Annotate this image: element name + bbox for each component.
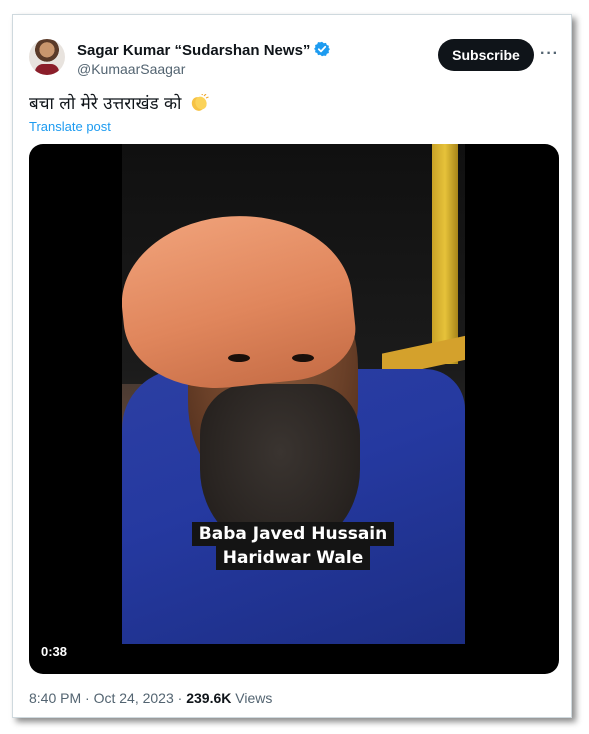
video-caption-line-1: Baba Javed Hussain bbox=[186, 522, 400, 546]
translate-post-link[interactable]: Translate post bbox=[29, 119, 111, 134]
video-player[interactable]: Baba Javed Hussain Haridwar Wale 0:38 bbox=[29, 144, 559, 674]
post-text: बचा लो मेरे उत्तराखंड को bbox=[29, 91, 209, 114]
post-meta: 8:40 PM · Oct 24, 2023 · 239.6K Views bbox=[29, 690, 272, 706]
more-options-icon[interactable]: ··· bbox=[540, 45, 559, 63]
views-label: Views bbox=[231, 690, 273, 706]
author-name[interactable]: Sagar Kumar “Sudarshan News” bbox=[77, 41, 331, 61]
avatar[interactable] bbox=[29, 39, 65, 75]
post-date[interactable]: Oct 24, 2023 bbox=[94, 690, 174, 706]
clapping-hands-icon bbox=[189, 93, 209, 112]
post-time[interactable]: 8:40 PM bbox=[29, 690, 81, 706]
views-count: 239.6K bbox=[186, 690, 232, 706]
author-handle[interactable]: @KumaarSaagar bbox=[77, 61, 185, 77]
verified-badge-icon bbox=[314, 41, 331, 61]
video-duration: 0:38 bbox=[41, 644, 68, 659]
video-frame: Baba Javed Hussain Haridwar Wale bbox=[122, 144, 465, 644]
author-display-name[interactable]: Sagar Kumar “Sudarshan News” bbox=[77, 42, 310, 59]
post-body: बचा लो मेरे उत्तराखंड को bbox=[29, 94, 182, 114]
video-caption-line-2: Haridwar Wale bbox=[186, 546, 400, 570]
tweet-card: Sagar Kumar “Sudarshan News” @KumaarSaag… bbox=[12, 14, 572, 718]
subscribe-button[interactable]: Subscribe bbox=[438, 39, 534, 71]
meta-separator: · bbox=[81, 690, 94, 706]
meta-separator: · bbox=[173, 690, 187, 706]
